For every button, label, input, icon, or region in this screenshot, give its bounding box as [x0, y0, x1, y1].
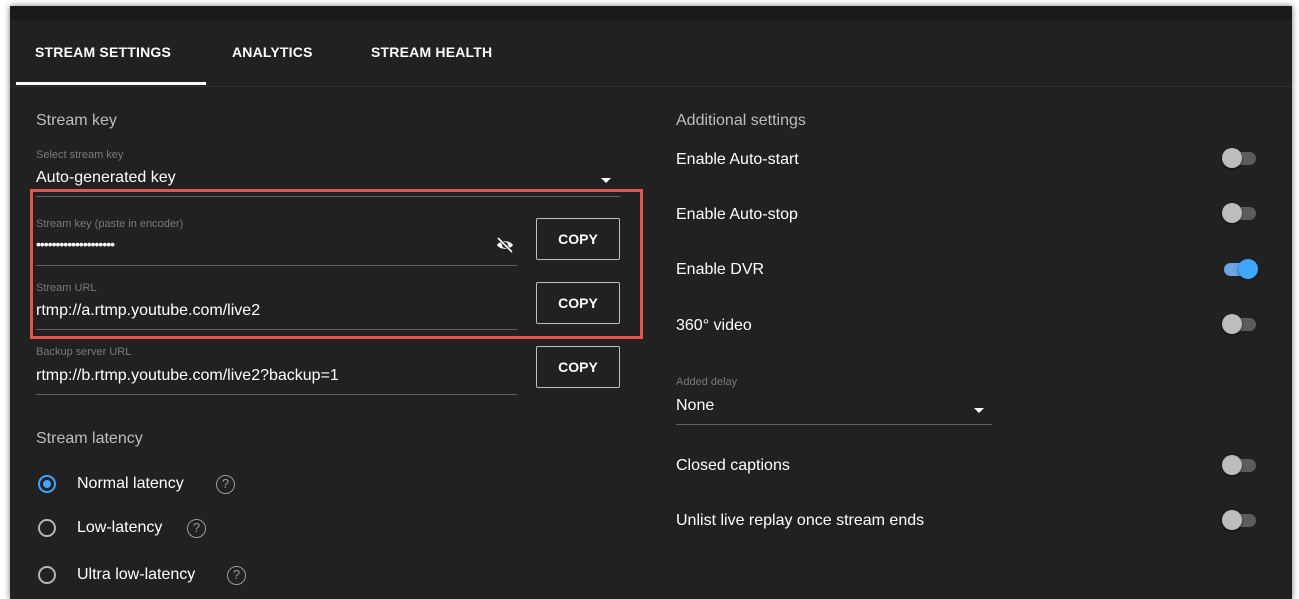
- caret-down-icon: [974, 408, 984, 413]
- normal-latency-label: Normal latency: [77, 475, 184, 492]
- added-delay-value: None: [676, 397, 715, 414]
- help-circle-icon[interactable]: ?: [216, 475, 235, 494]
- stream-latency-title: Stream latency: [36, 430, 143, 447]
- unlist-replay-toggle[interactable]: [1222, 510, 1258, 530]
- select-stream-key-label: Select stream key: [36, 149, 124, 161]
- dvr-toggle[interactable]: [1222, 259, 1258, 279]
- tab-analytics[interactable]: ANALYTICS: [232, 44, 313, 60]
- added-delay-label: Added delay: [676, 376, 738, 388]
- unlist-replay-label: Unlist live replay once stream ends: [676, 512, 925, 529]
- radio-ultra-low-latency[interactable]: [38, 566, 56, 584]
- select-stream-key-value: Auto-generated key: [36, 169, 176, 186]
- auto-start-label: Enable Auto-start: [676, 151, 799, 168]
- backup-url-underline: [36, 394, 517, 395]
- additional-settings-title: Additional settings: [676, 112, 806, 129]
- help-circle-icon[interactable]: ?: [187, 519, 206, 538]
- radio-normal-latency[interactable]: [38, 475, 56, 493]
- dvr-label: Enable DVR: [676, 261, 765, 278]
- active-tab-indicator: [16, 82, 206, 85]
- 360-video-label: 360° video: [676, 317, 752, 334]
- 360-video-toggle[interactable]: [1222, 314, 1258, 334]
- caret-down-icon: [601, 178, 611, 183]
- highlight-box: [30, 189, 643, 339]
- added-delay-underline: [676, 424, 992, 425]
- radio-low-latency[interactable]: [38, 519, 56, 537]
- auto-start-toggle[interactable]: [1222, 148, 1258, 168]
- top-strip: [10, 6, 1292, 20]
- closed-captions-label: Closed captions: [676, 457, 790, 474]
- help-circle-icon[interactable]: ?: [227, 566, 246, 585]
- tab-bar: STREAM SETTINGS ANALYTICS STREAM HEALTH: [10, 20, 1292, 87]
- backup-url-input[interactable]: rtmp://b.rtmp.youtube.com/live2?backup=1: [36, 367, 339, 385]
- ultra-low-latency-label: Ultra low-latency: [77, 566, 196, 583]
- tab-stream-health[interactable]: STREAM HEALTH: [371, 44, 492, 60]
- copy-backup-url-button[interactable]: COPY: [536, 346, 620, 388]
- live-control-room-panel: STREAM SETTINGS ANALYTICS STREAM HEALTH …: [10, 6, 1292, 599]
- tab-stream-settings[interactable]: STREAM SETTINGS: [35, 44, 171, 60]
- closed-captions-toggle[interactable]: [1222, 455, 1258, 475]
- backup-url-label: Backup server URL: [36, 346, 132, 358]
- low-latency-label: Low-latency: [77, 519, 163, 536]
- auto-stop-toggle[interactable]: [1222, 203, 1258, 223]
- stream-key-section-title: Stream key: [36, 112, 117, 129]
- auto-stop-label: Enable Auto-stop: [676, 206, 798, 223]
